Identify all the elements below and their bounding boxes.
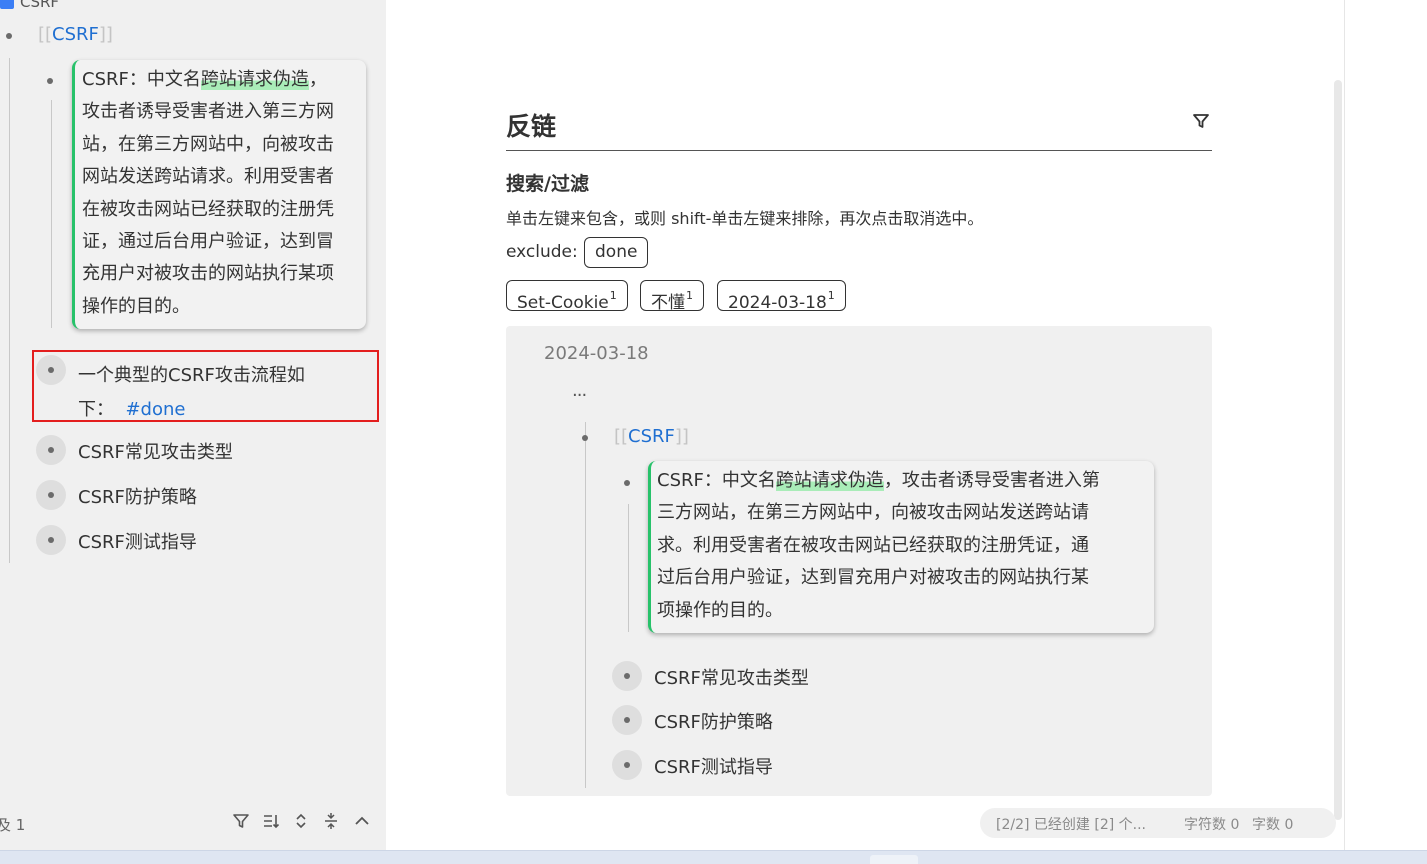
list-item[interactable]: CSRF测试指导 [78,528,197,554]
collapse-icon[interactable] [320,812,342,834]
backlink-result: 2024-03-18 ... [[CSRF]] CSRF：中文名跨站请求伪造，攻… [506,326,1212,796]
bullet[interactable] [624,480,630,486]
title-divider [506,150,1212,151]
highlight-text: 跨站请求伪造 [200,69,309,90]
thread-line [51,100,52,328]
chevron-up-icon[interactable] [351,812,373,834]
right-dock [1344,0,1427,850]
panel-title: 反链 [506,112,557,141]
highlight-text: 跨站请求伪造 [775,470,884,491]
block-ref[interactable]: [[CSRF]] [38,24,113,45]
exclude-label: exclude: [506,242,578,262]
scrollbar[interactable] [1334,80,1342,820]
quote-block[interactable]: CSRF：中文名跨站请求伪造，攻击者诱导受害者进入第三方网站，在第三方网站中，向… [72,60,366,329]
left-panel-toolbar: 及 1 [0,812,386,836]
backlinks-panel: 反链 搜索/过滤 单击左键来包含，或则 shift-单击左键来排除，再次点击取消… [386,0,1344,850]
bullet[interactable] [612,661,642,691]
thread-line [628,504,629,632]
bullet[interactable] [36,355,66,385]
left-sidebar-panel: CSRF [[CSRF]] CSRF：中文名跨站请求伪造， 攻击者诱导受害者进入第… [0,0,386,850]
tag-done[interactable]: #done [125,399,185,420]
filter-chip[interactable]: Set-Cookie1 [506,280,628,313]
list-item[interactable]: CSRF防护策略 [78,483,197,509]
bracket-open: [[ [38,24,53,45]
taskbar [0,850,1427,864]
search-filter-title: 搜索/过滤 [506,173,589,195]
bullet[interactable] [36,480,66,510]
taskbar-button[interactable] [870,855,918,864]
filter-icon[interactable] [230,812,252,834]
list-item[interactable]: CSRF常见攻击类型 [654,664,809,690]
list-item[interactable]: 一个典型的CSRF攻击流程如 下： #done [78,359,305,427]
status-bar: [2/2] 已经创建 [2] 个... 字符数 0 字数 0 [980,808,1336,838]
sort-icon[interactable] [260,812,282,834]
bullet[interactable] [36,435,66,465]
quote-text: CSRF：中文名跨站请求伪造，攻击者诱导受害者进入第三方网站，在第三方网站中，向… [657,470,1100,621]
top-item-label: CSRF [20,0,60,11]
list-item[interactable]: CSRF常见攻击类型 [78,438,233,464]
app-window: CSRF [[CSRF]] CSRF：中文名跨站请求伪造， 攻击者诱导受害者进入第… [0,0,1427,864]
bullet[interactable] [612,705,642,735]
ref-link[interactable]: CSRF [628,426,675,447]
page-icon [0,0,14,9]
top-item[interactable]: CSRF [0,0,59,12]
breadcrumb-ellipsis[interactable]: ... [572,380,587,401]
quote-text: CSRF：中文名跨站请求伪造，攻击者诱导受害者进入第三方网站，在第三方网站中，向… [82,69,334,317]
list-item[interactable]: CSRF防护策略 [654,708,773,734]
ref-link[interactable]: CSRF [52,24,99,45]
quote-block[interactable]: CSRF：中文名跨站请求伪造，攻击者诱导受害者进入第三方网站，在第三方网站中，向… [648,461,1154,633]
status-chars: 字符数 0 [1184,817,1240,833]
filter-chip[interactable]: 2024-03-181 [717,280,846,313]
level-count: 及 1 [0,816,26,834]
bracket-open: [[ [614,426,629,447]
bullet[interactable] [36,525,66,555]
filter-chip[interactable]: 不懂1 [640,280,704,313]
status-words: 字数 0 [1252,817,1294,833]
thread-line [585,422,586,788]
bullet[interactable] [6,33,12,39]
filter-icon[interactable] [1191,111,1213,133]
list-item[interactable]: CSRF测试指导 [654,753,773,779]
block-ref[interactable]: [[CSRF]] [614,426,689,447]
search-filter-help: 单击左键来包含，或则 shift-单击左键来排除，再次点击取消选中。 [506,209,984,228]
thread-line [9,58,10,563]
status-blocks[interactable]: [2/2] 已经创建 [2] 个... [996,814,1146,834]
expand-icon[interactable] [290,812,312,834]
bracket-close: ]] [98,24,113,45]
exclude-chip-done[interactable]: done [584,237,649,268]
bracket-close: ]] [674,426,689,447]
bullet[interactable] [612,750,642,780]
result-date[interactable]: 2024-03-18 [544,343,649,364]
bullet[interactable] [47,78,53,84]
bullet[interactable] [582,435,588,441]
